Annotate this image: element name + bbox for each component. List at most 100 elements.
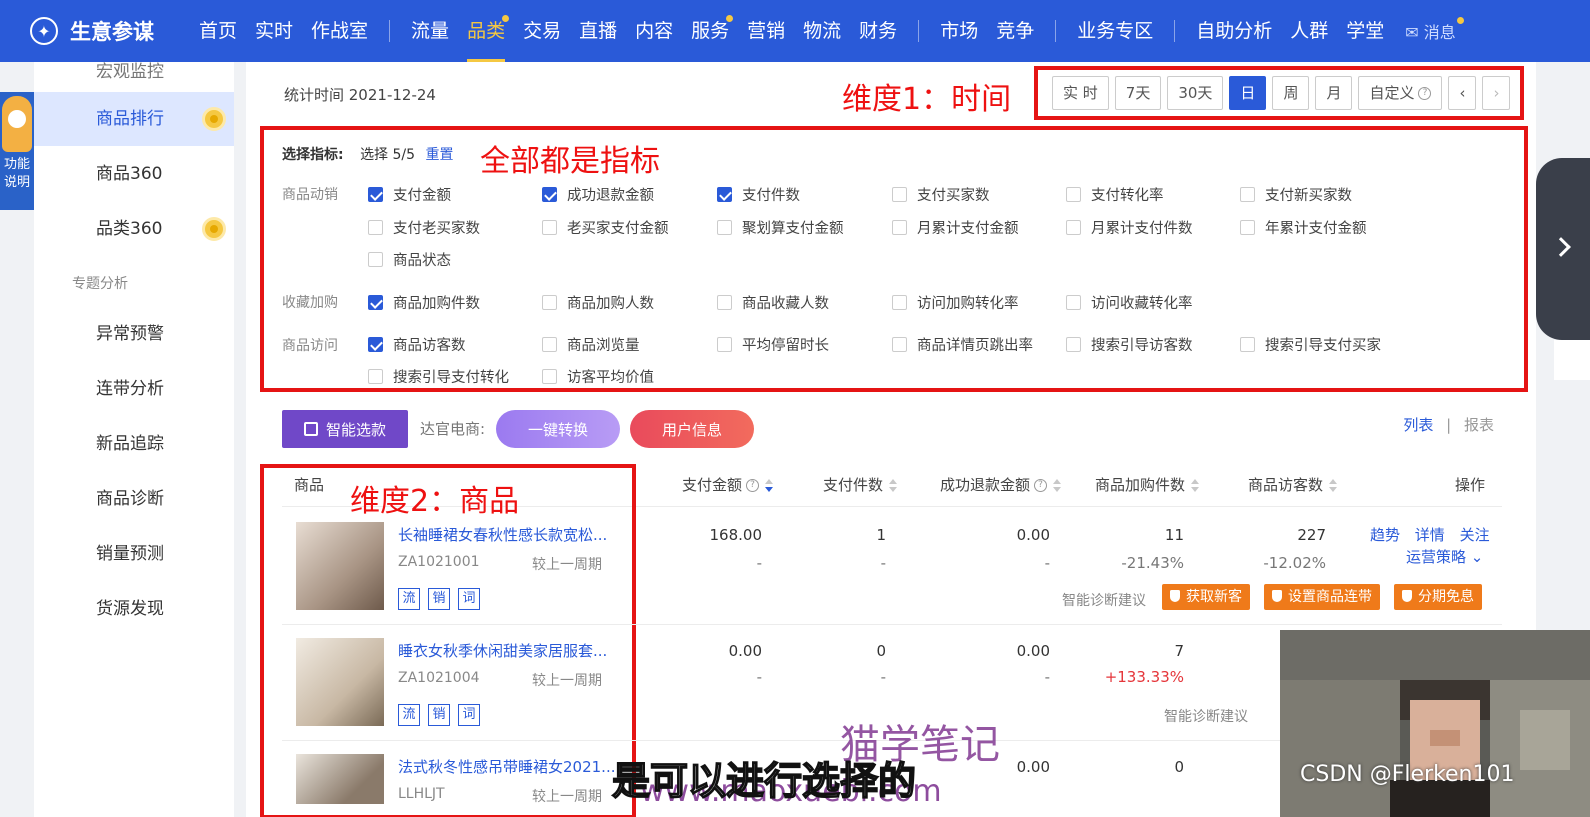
side-expand-tab[interactable] bbox=[1536, 158, 1590, 340]
nav-service[interactable]: 服务 bbox=[691, 0, 734, 62]
sidebar-item-anomaly[interactable]: 异常预警 bbox=[34, 307, 234, 361]
sidebar-item-diagnosis[interactable]: 商品诊断 bbox=[34, 472, 234, 526]
metrics-reset-link[interactable]: 重置 bbox=[426, 147, 454, 163]
col-header-cart[interactable]: 商品加购件数 bbox=[1095, 474, 1200, 495]
set-linked-products-button[interactable]: 设置商品连带 bbox=[1264, 584, 1380, 610]
metric-checkbox[interactable]: 商品访客数 bbox=[368, 334, 466, 355]
nav-category[interactable]: 品类 bbox=[467, 0, 510, 62]
metric-checkbox[interactable]: 商品收藏人数 bbox=[717, 292, 829, 313]
metric-checkbox[interactable]: 年累计支付金额 bbox=[1240, 217, 1367, 238]
sidebar-item-product360[interactable]: 商品360 bbox=[34, 147, 234, 201]
tag-sales[interactable]: 销 bbox=[428, 704, 450, 726]
sidebar-item-linked[interactable]: 连带分析 bbox=[34, 362, 234, 416]
metric-checkbox[interactable]: 成功退款金额 bbox=[542, 184, 654, 205]
time-btn-7d[interactable]: 7天 bbox=[1114, 76, 1162, 110]
installment-free-button[interactable]: 分期免息 bbox=[1394, 584, 1482, 610]
metric-checkbox[interactable]: 老买家支付金额 bbox=[542, 217, 669, 238]
product-id: LLHLJT bbox=[398, 786, 445, 802]
nav-warroom[interactable]: 作战室 bbox=[311, 0, 368, 62]
nav-marketing[interactable]: 营销 bbox=[747, 0, 785, 62]
metric-checkbox[interactable]: 访问加购转化率 bbox=[892, 292, 1019, 313]
product-thumbnail[interactable] bbox=[296, 754, 384, 804]
time-btn-week[interactable]: 周 bbox=[1272, 76, 1310, 110]
prev-arrow-icon[interactable]: ‹ bbox=[1448, 76, 1477, 110]
metric-checkbox[interactable]: 商品加购人数 bbox=[542, 292, 654, 313]
product-name-link[interactable]: 法式秋冬性感吊带睡裙女2021... bbox=[398, 756, 615, 777]
product-thumbnail[interactable] bbox=[296, 522, 384, 610]
time-btn-day[interactable]: 日 bbox=[1229, 76, 1267, 110]
next-arrow-icon[interactable]: › bbox=[1482, 76, 1511, 110]
sidebar-item-forecast[interactable]: 销量预测 bbox=[34, 527, 234, 581]
compass-icon: ✦ bbox=[30, 17, 58, 45]
nav-trade[interactable]: 交易 bbox=[523, 0, 561, 62]
nav-content[interactable]: 内容 bbox=[635, 0, 673, 62]
metric-checkbox[interactable]: 支付金额 bbox=[368, 184, 451, 205]
trend-link[interactable]: 趋势 bbox=[1370, 526, 1400, 544]
nav-realtime[interactable]: 实时 bbox=[255, 0, 293, 62]
nav-crowd[interactable]: 人群 bbox=[1290, 0, 1328, 62]
metric-checkbox[interactable]: 支付转化率 bbox=[1066, 184, 1164, 205]
product-name-link[interactable]: 睡衣女秋季休闲甜美家居服套... bbox=[398, 640, 607, 661]
tag-keywords[interactable]: 词 bbox=[458, 588, 480, 610]
metric-checkbox[interactable]: 月累计支付件数 bbox=[1066, 217, 1193, 238]
metric-checkbox[interactable]: 月累计支付金额 bbox=[892, 217, 1019, 238]
user-info-button[interactable]: 用户信息 bbox=[630, 410, 754, 448]
follow-link[interactable]: 关注 bbox=[1460, 526, 1490, 544]
product-name-link[interactable]: 长袖睡裙女春秋性感长款宽松... bbox=[398, 524, 607, 545]
nav-finance[interactable]: 财务 bbox=[859, 0, 897, 62]
nav-home[interactable]: 首页 bbox=[199, 0, 237, 62]
metric-checkbox[interactable]: 搜索引导支付买家 bbox=[1240, 334, 1381, 355]
view-report-link[interactable]: 报表 bbox=[1464, 416, 1494, 434]
sidebar-item-macro[interactable]: 宏观监控 bbox=[34, 62, 234, 82]
logo[interactable]: ✦ 生意参谋 bbox=[30, 16, 190, 46]
time-btn-realtime[interactable]: 实 时 bbox=[1052, 76, 1109, 110]
tag-traffic[interactable]: 流 bbox=[398, 704, 420, 726]
chevron-right-icon bbox=[1551, 237, 1571, 257]
metric-checkbox[interactable]: 搜索引导支付转化 bbox=[368, 366, 509, 387]
sidebar-item-new-product[interactable]: 新品追踪 bbox=[34, 417, 234, 471]
messages-link[interactable]: ✉ 消息 bbox=[1405, 17, 1464, 43]
one-click-convert-button[interactable]: 一键转换 bbox=[496, 410, 620, 448]
nav-logistics[interactable]: 物流 bbox=[803, 0, 841, 62]
feature-help-tab[interactable]: 功能说明 bbox=[0, 92, 34, 210]
nav-live[interactable]: 直播 bbox=[579, 0, 617, 62]
nav-competition[interactable]: 竞争 bbox=[996, 0, 1034, 62]
nav-market[interactable]: 市场 bbox=[940, 0, 978, 62]
get-new-customers-button[interactable]: 获取新客 bbox=[1162, 584, 1250, 610]
sidebar-item-sourcing[interactable]: 货源发现 bbox=[34, 582, 234, 636]
metric-checkbox[interactable]: 商品加购件数 bbox=[368, 292, 480, 313]
col-header-pay-qty[interactable]: 支付件数 bbox=[823, 474, 898, 495]
col-header-visitors[interactable]: 商品访客数 bbox=[1248, 474, 1338, 495]
col-header-pay-amount[interactable]: 支付金额? bbox=[682, 474, 774, 495]
nav-traffic[interactable]: 流量 bbox=[411, 0, 449, 62]
metric-checkbox[interactable]: 支付件数 bbox=[717, 184, 800, 205]
sidebar-item-category360[interactable]: 品类360 bbox=[34, 202, 234, 256]
metric-checkbox[interactable]: 平均停留时长 bbox=[717, 334, 829, 355]
nav-academy[interactable]: 学堂 bbox=[1346, 0, 1384, 62]
detail-link[interactable]: 详情 bbox=[1415, 526, 1445, 544]
view-list-link[interactable]: 列表 bbox=[1403, 416, 1433, 434]
col-header-refund[interactable]: 成功退款金额? bbox=[940, 474, 1062, 495]
tag-sales[interactable]: 销 bbox=[428, 588, 450, 610]
metric-checkbox[interactable]: 商品浏览量 bbox=[542, 334, 640, 355]
nav-self-analysis[interactable]: 自助分析 bbox=[1196, 0, 1272, 62]
metric-checkbox[interactable]: 商品详情页跳出率 bbox=[892, 334, 1033, 355]
time-btn-month[interactable]: 月 bbox=[1315, 76, 1353, 110]
nav-business-zone[interactable]: 业务专区 bbox=[1077, 0, 1153, 62]
tag-keywords[interactable]: 词 bbox=[458, 704, 480, 726]
strategy-dropdown[interactable]: 运营策略 ⌄ bbox=[1406, 546, 1483, 567]
metric-checkbox[interactable]: 商品状态 bbox=[368, 249, 451, 270]
metric-checkbox[interactable]: 支付老买家数 bbox=[368, 217, 480, 238]
metric-checkbox[interactable]: 支付买家数 bbox=[892, 184, 990, 205]
time-btn-30d[interactable]: 30天 bbox=[1167, 76, 1224, 110]
product-thumbnail[interactable] bbox=[296, 638, 384, 726]
metric-checkbox[interactable]: 访问收藏转化率 bbox=[1066, 292, 1193, 313]
tag-traffic[interactable]: 流 bbox=[398, 588, 420, 610]
metric-checkbox[interactable]: 聚划算支付金额 bbox=[717, 217, 844, 238]
metric-checkbox[interactable]: 访客平均价值 bbox=[542, 366, 654, 387]
smart-select-button[interactable]: 智能选款 bbox=[282, 410, 408, 448]
metric-checkbox[interactable]: 搜索引导访客数 bbox=[1066, 334, 1193, 355]
sidebar-item-product-rank[interactable]: 商品排行 bbox=[34, 92, 234, 146]
metric-checkbox[interactable]: 支付新买家数 bbox=[1240, 184, 1352, 205]
time-btn-custom[interactable]: 自定义? bbox=[1358, 76, 1443, 110]
